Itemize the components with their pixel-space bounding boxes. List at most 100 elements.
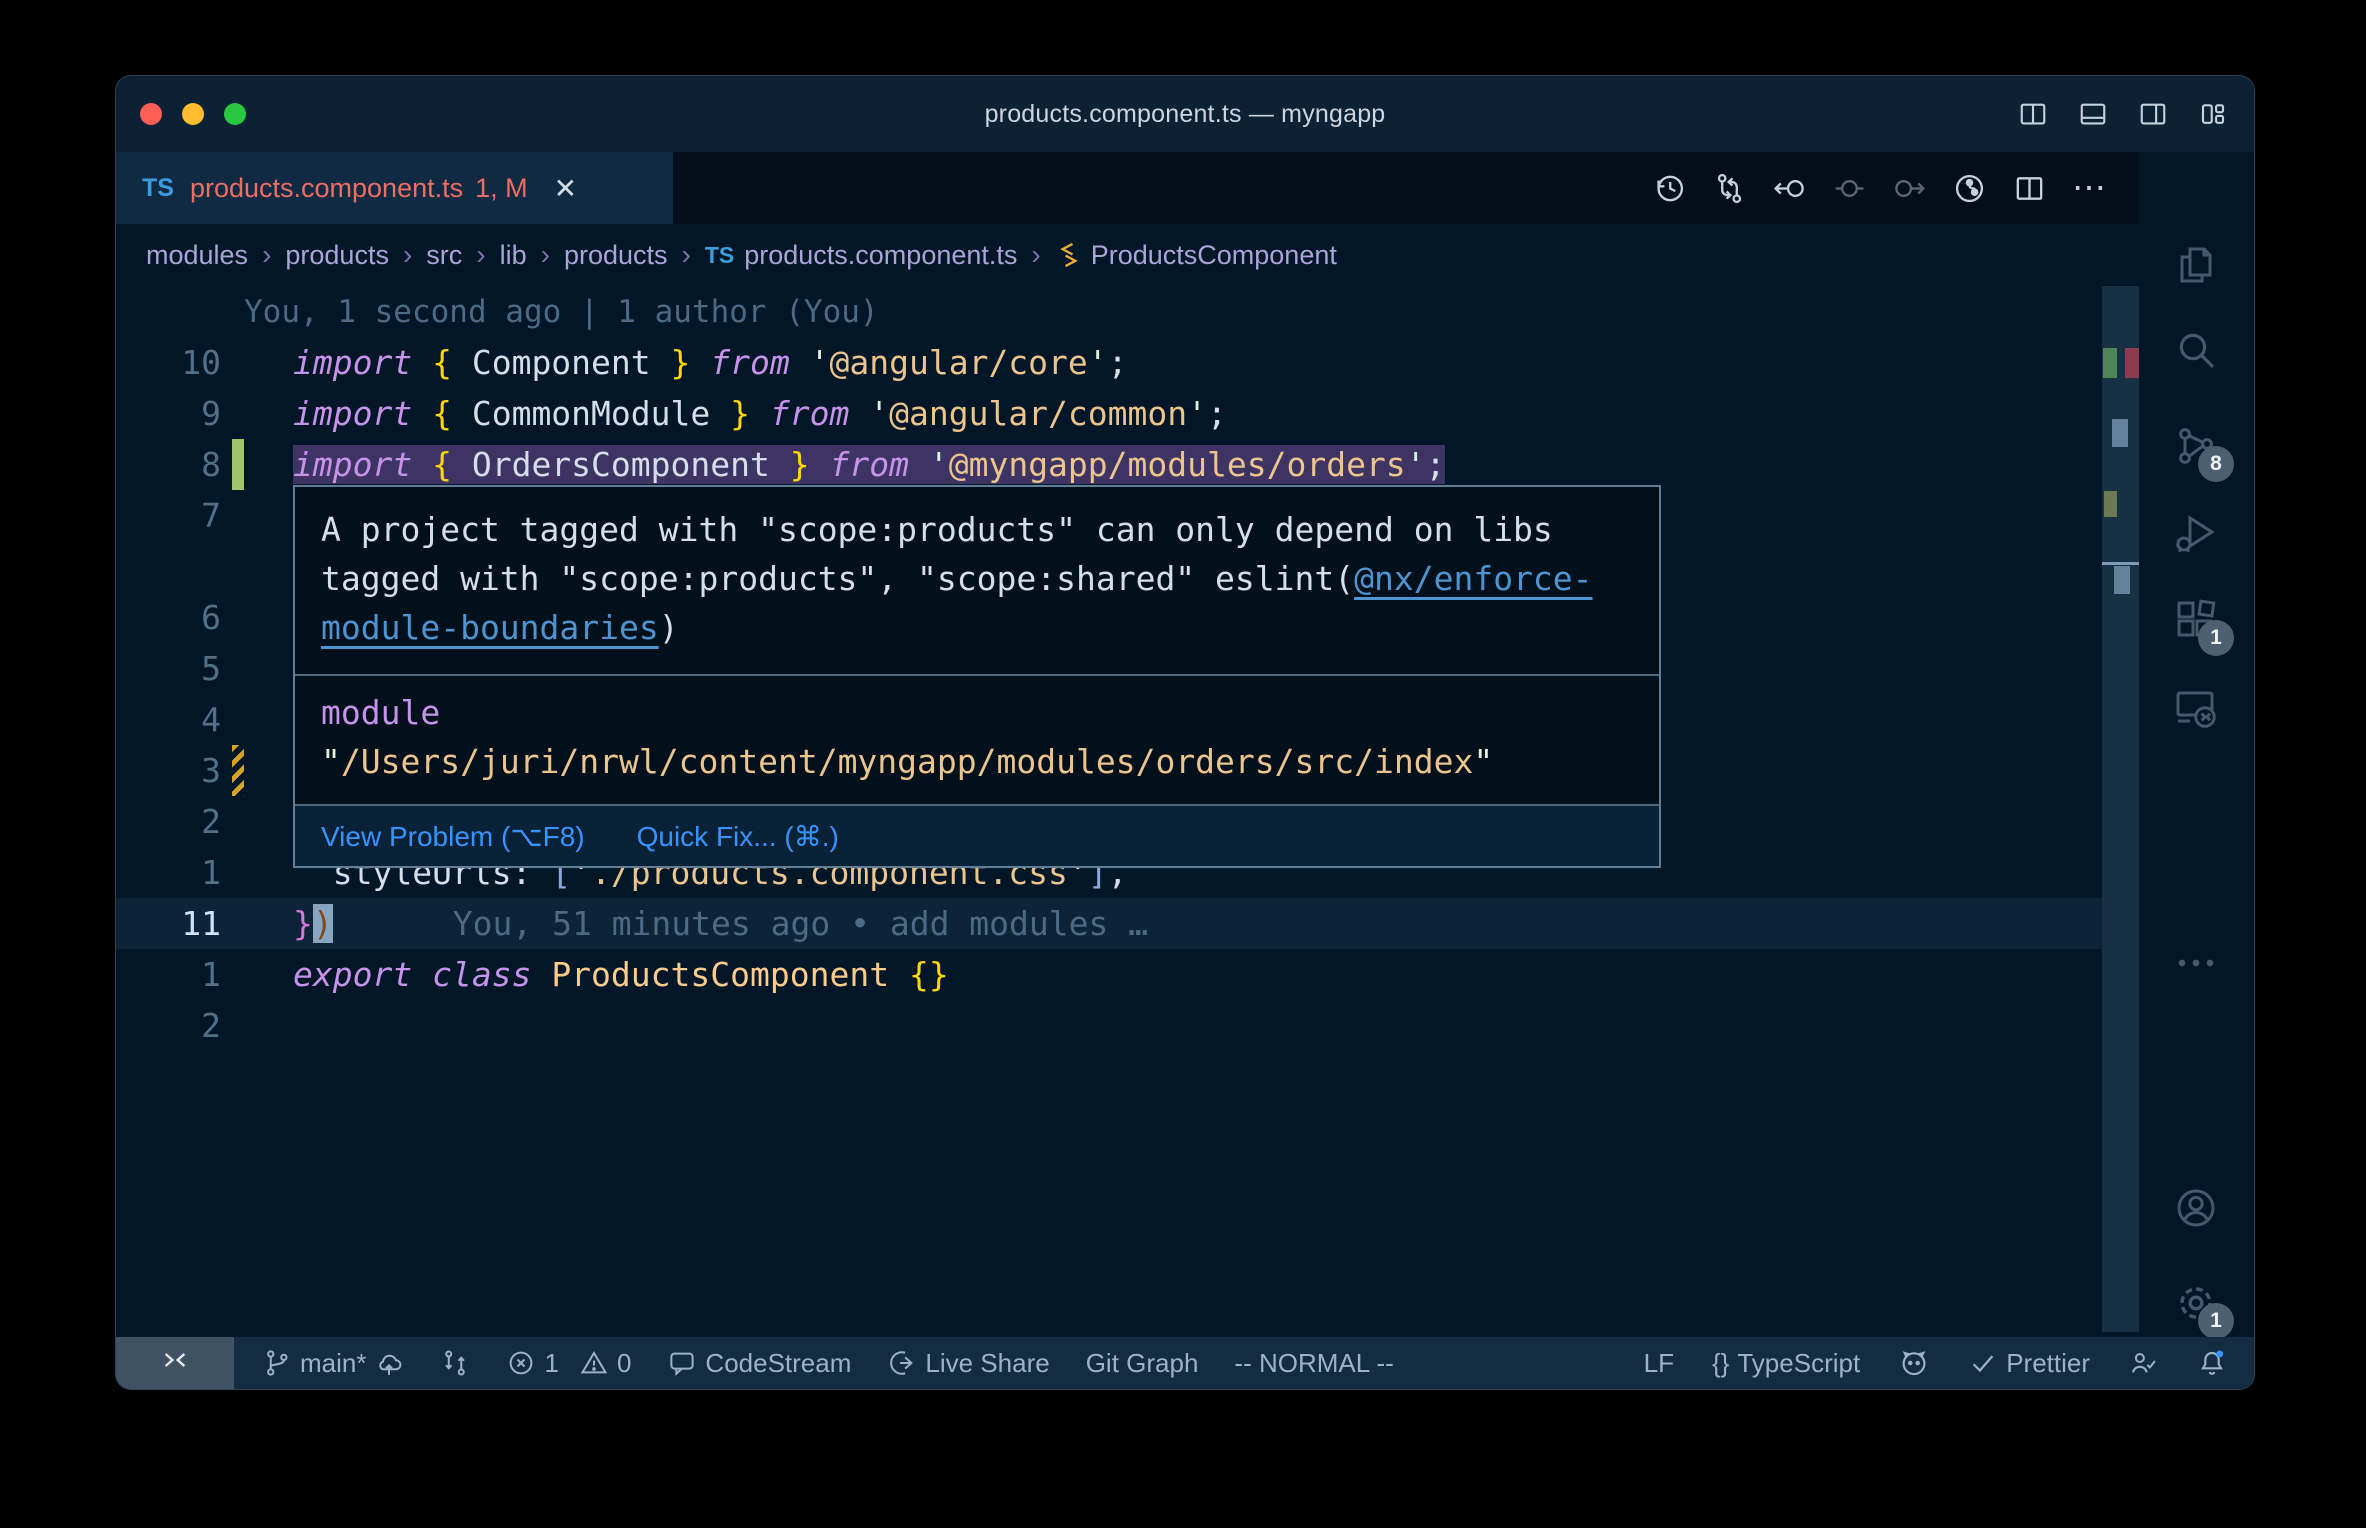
error-icon [506, 1348, 536, 1378]
code-token: } [293, 904, 313, 943]
split-editor-icon[interactable] [2018, 99, 2048, 129]
code-token: @angular/common [889, 394, 1188, 433]
code-token: ) [658, 608, 679, 647]
github-icon [1898, 1347, 1930, 1379]
code-token: CommonModule [451, 394, 731, 433]
code-token: ' [1187, 394, 1207, 433]
git-graph-indicator[interactable]: Git Graph [1086, 1348, 1199, 1379]
remote-icon [159, 1344, 191, 1383]
feedback-indicator[interactable] [2128, 1348, 2158, 1378]
braces-icon: {} [1711, 1347, 1730, 1378]
breadcrumb-symbol[interactable]: ProductsComponent [1091, 240, 1337, 271]
remote-indicator[interactable] [116, 1337, 234, 1389]
scrollbar[interactable] [2102, 286, 2139, 1337]
accounts-icon[interactable] [2172, 1184, 2220, 1232]
branch-indicator[interactable]: main* [262, 1348, 404, 1379]
git-compare-icon[interactable] [1712, 171, 1747, 206]
live-share-indicator[interactable]: Live Share [887, 1347, 1050, 1379]
code-token: import [293, 394, 413, 433]
settings-gear-icon[interactable]: 1 [2172, 1279, 2234, 1339]
overview-cursorline-mark [2102, 562, 2139, 565]
vim-mode-indicator[interactable]: -- NORMAL -- [1234, 1348, 1393, 1379]
breadcrumb-file[interactable]: products.component.ts [744, 240, 1017, 271]
toggle-panel-icon[interactable] [2078, 99, 2108, 129]
sidebar-item-more[interactable] [2172, 939, 2220, 987]
code-token: from [829, 445, 909, 484]
person-check-icon [2128, 1348, 2158, 1378]
status-left: main* 1 0 CodeStream Live Share Git Grap… [262, 1348, 1394, 1379]
code-token: ; [1425, 445, 1446, 484]
code-token: ProductsComponent [551, 955, 890, 994]
eol-indicator[interactable]: LF [1644, 1348, 1674, 1379]
sidebar-item-run-and-debug[interactable] [2172, 509, 2220, 557]
language-indicator[interactable]: {} TypeScript [1712, 1348, 1860, 1379]
prettier-indicator[interactable]: Prettier [1968, 1348, 2090, 1379]
code-token: class [432, 955, 532, 994]
breadcrumb-item[interactable]: products [564, 240, 668, 271]
check-icon [1968, 1348, 1998, 1378]
current-code-line: 11 }) You, 51 minutes ago • add modules … [116, 898, 2102, 949]
line-number: 8 [201, 445, 221, 484]
customize-layout-icon[interactable] [2198, 99, 2228, 129]
class-symbol-icon [1055, 241, 1083, 269]
sidebar-item-remote-explorer[interactable] [2172, 684, 2220, 732]
overview-added-mark [2103, 348, 2117, 378]
layout-controls [2018, 76, 2228, 152]
split-editor-icon[interactable] [2012, 171, 2047, 206]
module-info: module "/Users/juri/nrwl/content/myngapp… [295, 676, 1659, 804]
sidebar-item-extensions[interactable]: 1 [2172, 596, 2234, 656]
breadcrumb-item[interactable]: modules [146, 240, 248, 271]
branch-name: main* [300, 1347, 367, 1378]
previous-change-icon[interactable] [1772, 171, 1807, 206]
close-tab-icon[interactable]: ✕ [554, 172, 577, 205]
timeline-history-icon[interactable] [1652, 171, 1687, 206]
view-problem-action[interactable]: View Problem (⌥F8) [321, 820, 585, 853]
code-token: export [293, 955, 413, 994]
more-actions-icon[interactable]: ⋯ [2072, 168, 2106, 208]
language-label: TypeScript [1737, 1347, 1861, 1378]
sidebar-item-source-control[interactable]: 8 [2172, 422, 2234, 482]
code-token: OrdersComponent [451, 445, 790, 484]
sidebar-item-explorer[interactable] [2172, 241, 2220, 289]
code-token: ' [1087, 343, 1108, 382]
github-indicator[interactable] [1898, 1347, 1930, 1379]
notifications-indicator[interactable] [2196, 1347, 2228, 1379]
editor-toolbar: ⋯ [1652, 152, 2106, 224]
comment-bubble-icon [667, 1348, 697, 1378]
breadcrumb-item[interactable]: products [285, 240, 389, 271]
gitlens-inline-blame: You, 51 minutes ago • add modules … [452, 904, 1149, 943]
quick-fix-action[interactable]: Quick Fix... (⌘.) [637, 820, 839, 853]
breadcrumb-item[interactable]: src [426, 240, 462, 271]
toggle-secondary-sidebar-icon[interactable] [2138, 99, 2168, 129]
code-token: } [789, 445, 810, 484]
codestream-indicator[interactable]: CodeStream [667, 1348, 851, 1379]
code-token: import [293, 445, 413, 484]
code-token: Component [451, 343, 671, 382]
module-keyword: module [321, 693, 441, 732]
overview-modified-mark [2104, 491, 2117, 517]
line-number: 5 [201, 649, 221, 688]
line-number: 1 [201, 853, 221, 892]
line-number: 3 [201, 751, 221, 790]
live-share-label: Live Share [925, 1347, 1050, 1378]
breadcrumb: modules › products › src › lib › product… [116, 224, 2139, 286]
line-number: 4 [201, 700, 221, 739]
commit-graph-icon[interactable] [1952, 171, 1987, 206]
problems-indicator[interactable]: 1 0 [506, 1348, 631, 1379]
compare-changes-indicator[interactable] [440, 1348, 470, 1378]
code-editor[interactable]: You, 1 second ago | 1 author (You) 10 im… [116, 286, 2254, 1337]
status-right: LF {} TypeScript Prettier [1644, 1347, 2228, 1379]
breadcrumb-item[interactable]: lib [500, 240, 527, 271]
next-change-icon[interactable] [1892, 171, 1927, 206]
sidebar-item-search[interactable] [2172, 327, 2220, 375]
live-share-icon [887, 1348, 917, 1378]
change-marker-icon[interactable] [1832, 171, 1867, 206]
tab-products-component[interactable]: TS products.component.ts 1, M ✕ [116, 152, 673, 224]
title-bar[interactable]: products.component.ts — myngapp [116, 76, 2254, 152]
prettier-label: Prettier [2006, 1347, 2090, 1378]
